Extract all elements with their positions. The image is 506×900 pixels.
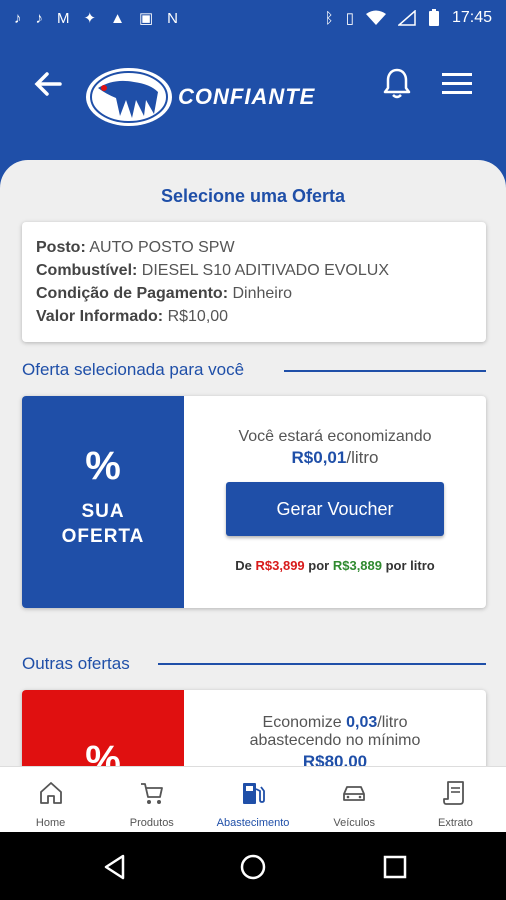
min-amount: R$80,00 <box>302 752 368 766</box>
warning-icon: ▲ <box>110 9 125 27</box>
back-arrow-icon[interactable] <box>30 66 66 102</box>
system-icons: ᛒ ▯ 17:45 <box>325 9 492 27</box>
nav-label: Extrato <box>437 817 473 829</box>
nav-label: Veículos <box>333 817 375 829</box>
offer-badge: % <box>22 690 184 766</box>
pagamento-row: Condição de Pagamento: Dinheiro <box>36 282 472 305</box>
combustivel-value: DIESEL S10 ADITIVADO EVOLUX <box>137 262 389 279</box>
economize-unit: /litro <box>377 714 408 731</box>
nav-item-abastecimento[interactable]: Abastecimento <box>202 767 303 832</box>
hamburger-menu-icon[interactable] <box>440 70 474 98</box>
brand-name: CONFIANTE <box>178 84 316 109</box>
nav-item-veiculos[interactable]: Veículos <box>304 767 405 832</box>
pagamento-label: Condição de Pagamento: <box>36 285 229 302</box>
nav-item-produtos[interactable]: Produtos <box>101 767 202 832</box>
price-middle: por <box>304 558 333 573</box>
section-divider <box>284 370 486 372</box>
generate-voucher-button[interactable]: Gerar Voucher <box>226 482 444 536</box>
app-header: CONFIANTE <box>0 36 506 160</box>
home-circle-icon[interactable] <box>238 852 268 882</box>
pagamento-value: Dinheiro <box>228 285 293 302</box>
nav-item-home[interactable]: Home <box>0 767 101 832</box>
app-n-icon: N <box>167 9 178 27</box>
tiktok-icon: ♪ <box>35 9 44 27</box>
valor-row: Valor Informado: R$10,00 <box>36 305 472 328</box>
posto-row: Posto: AUTO POSTO SPW <box>36 236 472 259</box>
wifi-icon <box>365 10 386 25</box>
tiktok-icon: ♪ <box>14 9 22 27</box>
combustivel-row: Combustível: DIESEL S10 ADITIVADO EVOLUX <box>36 259 472 282</box>
section-divider <box>158 663 486 665</box>
nav-item-extrato[interactable]: Extrato <box>405 767 506 832</box>
posto-label: Posto: <box>36 239 86 256</box>
offer-badge: % SUA OFERTA <box>22 396 184 608</box>
bottom-navigation: Home Produtos Abastecimento Veículos Ext… <box>0 766 506 832</box>
image-icon: ▣ <box>138 10 154 27</box>
clock: 17:45 <box>451 9 492 26</box>
home-icon <box>39 782 62 804</box>
economize-amount: 0,03 <box>346 714 378 731</box>
saving-value: R$0,01/litro <box>184 448 486 468</box>
posto-value: AUTO POSTO SPW <box>85 239 235 256</box>
old-price: R$3,899 <box>255 558 305 573</box>
status-bar: ♪ ♪ M ✦ ▲ ▣ N ᛒ ▯ 17:45 <box>0 0 506 36</box>
system-navigation-bar <box>0 832 506 900</box>
content-sheet: Selecione uma Oferta Posto: AUTO POSTO S… <box>0 160 506 766</box>
signal-icon <box>397 10 416 26</box>
percent-icon: % <box>85 444 121 488</box>
bell-icon[interactable] <box>380 66 414 100</box>
nav-label: Abastecimento <box>216 817 290 829</box>
other-offer-card[interactable]: % Economize 0,03/litro abastecendo no mí… <box>22 690 486 766</box>
recents-square-icon[interactable] <box>380 852 410 882</box>
bluetooth-icon: ᛒ <box>324 9 334 27</box>
offer-badge-text: SUA OFERTA <box>61 501 145 547</box>
selected-offer-heading: Oferta selecionada para você <box>22 360 245 379</box>
min-text: abastecendo no mínimo <box>249 732 421 749</box>
back-triangle-icon[interactable] <box>100 852 130 882</box>
min-value: R$80,00 <box>184 752 486 766</box>
selected-offer-card: % SUA OFERTA Você estará economizando R$… <box>22 396 486 608</box>
battery-icon <box>428 9 439 26</box>
combustivel-label: Combustível: <box>36 262 138 279</box>
price-suffix: por litro <box>382 558 435 573</box>
car-icon <box>343 786 366 801</box>
page-title: Selecione uma Oferta <box>160 186 346 206</box>
nav-label: Produtos <box>129 817 174 829</box>
valor-value: R$10,00 <box>163 308 229 325</box>
fuel-pump-icon <box>243 783 265 804</box>
economize-text: Economize <box>262 714 347 731</box>
fuel-info-card: Posto: AUTO POSTO SPW Combustível: DIESE… <box>22 222 486 342</box>
price-comparison: De R$3,899 por R$3,889 por litro <box>184 558 486 573</box>
offer-details: Você estará economizando R$0,01/litro Ge… <box>184 396 486 608</box>
valor-label: Valor Informado: <box>36 308 164 325</box>
cart-icon <box>140 783 163 804</box>
saving-amount: R$0,01 <box>291 448 347 467</box>
vibrate-icon: ▯ <box>345 10 354 27</box>
price-prefix: De <box>235 558 256 573</box>
offer-details: Economize 0,03/litro abastecendo no míni… <box>184 690 486 766</box>
nav-label: Home <box>35 817 66 829</box>
new-price: R$3,889 <box>332 558 382 573</box>
percent-icon: % <box>85 738 121 766</box>
notification-icons: ♪ ♪ M ✦ ▲ ▣ N <box>14 9 178 28</box>
saving-text: Você estará economizando <box>238 428 432 445</box>
economize-line: Economize 0,03/litro <box>184 714 486 732</box>
saving-unit: /litro <box>346 448 379 467</box>
gmail-icon: M <box>57 9 70 27</box>
app-icon: ✦ <box>83 10 97 27</box>
receipt-icon <box>443 781 465 805</box>
confiante-logo <box>86 68 172 126</box>
other-offers-heading: Outras ofertas <box>22 654 130 673</box>
